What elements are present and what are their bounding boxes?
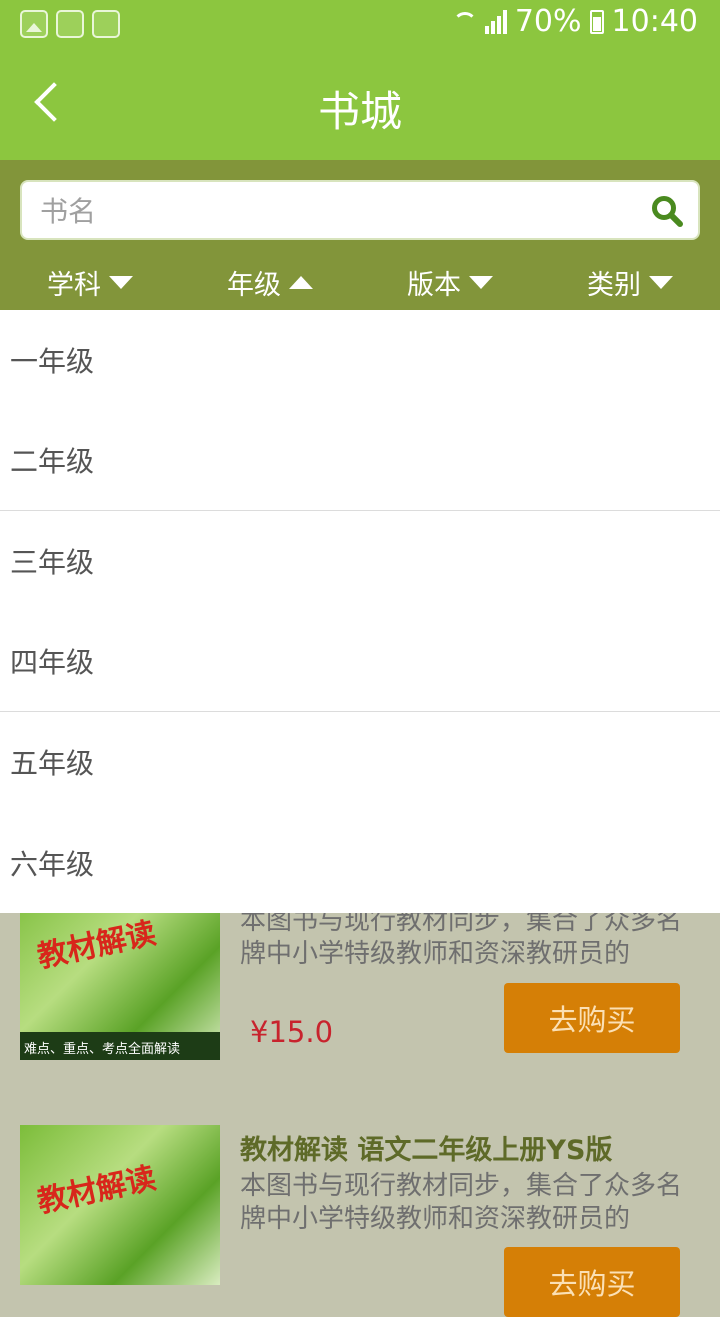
filter-label: 年级 xyxy=(227,269,281,301)
filter-category[interactable]: 类别 xyxy=(540,260,720,304)
gallery-icon xyxy=(20,10,48,38)
filter-label: 学科 xyxy=(47,269,101,301)
grade-dropdown: 一年级 二年级 三年级 四年级 五年级 六年级 xyxy=(0,310,720,913)
book-description: 本图书与现行教材同步，集合了众多名牌中小学特级教师和资深教研员的 xyxy=(240,906,683,969)
search-icon[interactable] xyxy=(650,194,684,228)
app-icon xyxy=(92,10,120,38)
wifi-icon xyxy=(451,9,477,35)
filter-bar: 学科 年级 版本 类别 xyxy=(0,260,720,304)
buy-button[interactable]: 去购买 xyxy=(504,983,680,1053)
page-title: 书城 xyxy=(317,87,402,136)
grade-option[interactable]: 六年级 xyxy=(0,813,720,914)
book-description: 本图书与现行教材同步，集合了众多名牌中小学特级教师和资深教研员的 xyxy=(240,1171,683,1234)
filter-subject[interactable]: 学科 xyxy=(0,260,180,304)
filter-edition[interactable]: 版本 xyxy=(360,260,540,304)
status-bar: 70% 10:40 xyxy=(0,0,720,50)
triangle-down-icon xyxy=(469,275,493,289)
battery-icon xyxy=(589,9,604,34)
book-cover[interactable]: 教材解读 xyxy=(20,1125,220,1285)
clock: 10:40 xyxy=(611,4,698,39)
filter-label: 类别 xyxy=(587,269,641,301)
search-box xyxy=(20,180,700,240)
grade-option[interactable]: 一年级 xyxy=(0,310,720,411)
triangle-down-icon xyxy=(649,275,673,289)
search-area: 学科 年级 版本 类别 xyxy=(0,160,720,310)
battery-percent: 70% xyxy=(514,4,582,39)
grade-option[interactable]: 二年级 xyxy=(0,411,720,511)
app-bar: 书城 xyxy=(0,50,720,160)
filter-grade[interactable]: 年级 xyxy=(180,260,360,304)
book-list: 教材解读 难点、重点、考点全面解读 本图书与现行教材同步，集合了众多名牌中小学特… xyxy=(0,880,720,1317)
triangle-up-icon xyxy=(289,275,313,289)
notification-icons xyxy=(20,10,120,38)
search-input[interactable] xyxy=(40,192,620,230)
cover-strip: 难点、重点、考点全面解读 xyxy=(20,1032,220,1060)
status-right: 70% 10:40 xyxy=(451,4,698,39)
signal-icon xyxy=(484,9,507,34)
grade-option[interactable]: 四年级 xyxy=(0,612,720,712)
cover-text: 教材解读 xyxy=(34,915,160,976)
filter-label: 版本 xyxy=(407,269,461,301)
buy-button[interactable]: 去购买 xyxy=(504,1247,680,1317)
book-title[interactable]: 教材解读 语文二年级上册YS版 xyxy=(240,1128,612,1167)
triangle-down-icon xyxy=(109,275,133,289)
cover-text: 教材解读 xyxy=(34,1160,160,1221)
grade-option[interactable]: 三年级 xyxy=(0,511,720,612)
book-price: ¥15.0 xyxy=(250,1015,334,1049)
grade-option[interactable]: 五年级 xyxy=(0,712,720,813)
app-icon xyxy=(56,10,84,38)
